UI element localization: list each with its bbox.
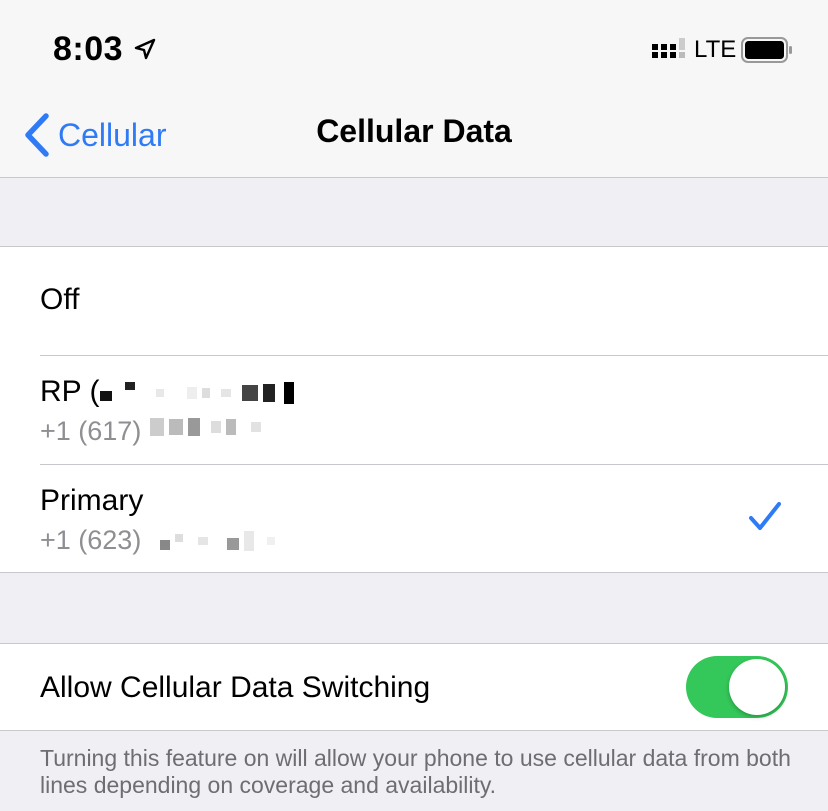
redacted-name — [100, 382, 294, 404]
data-switching-label: Allow Cellular Data Switching — [40, 671, 431, 704]
chevron-left-icon — [25, 113, 49, 157]
back-button-label: Cellular — [58, 116, 167, 153]
line-name: Primary — [40, 484, 144, 517]
back-button[interactable]: Cellular — [22, 110, 166, 160]
data-switching-toggle[interactable] — [686, 656, 788, 718]
checkmark-icon — [749, 502, 781, 530]
battery-icon — [741, 37, 792, 63]
line-name: RP ( — [40, 375, 100, 408]
line-option-off[interactable]: Off — [0, 247, 828, 355]
line-number: +1 (623) — [40, 525, 142, 555]
screen: 8:03 LTE Cellular Data Cellular Off RP (… — [0, 0, 828, 811]
status-bar: 8:03 LTE — [0, 0, 828, 100]
network-type: LTE — [694, 36, 737, 63]
line-option-label: Off — [40, 283, 80, 316]
data-switching-group: Allow Cellular Data Switching — [0, 643, 828, 731]
line-number: +1 (617) — [40, 416, 142, 446]
redacted-number — [150, 418, 261, 436]
toggle-knob — [729, 659, 785, 715]
data-switching-footer: Turning this feature on will allow your … — [40, 745, 791, 798]
location-arrow-icon — [134, 38, 156, 60]
signal-strength-icon — [652, 38, 685, 58]
status-time: 8:03 — [53, 30, 124, 68]
cellular-data-line-list: Off RP ( +1 (617) Primary +1 (623) — [0, 246, 828, 573]
line-option-primary[interactable]: Primary +1 (623) — [0, 465, 828, 573]
navigation-bar: Cellular Data Cellular — [0, 100, 828, 178]
redacted-number — [160, 531, 275, 551]
line-option-rp[interactable]: RP ( +1 (617) — [0, 356, 828, 464]
